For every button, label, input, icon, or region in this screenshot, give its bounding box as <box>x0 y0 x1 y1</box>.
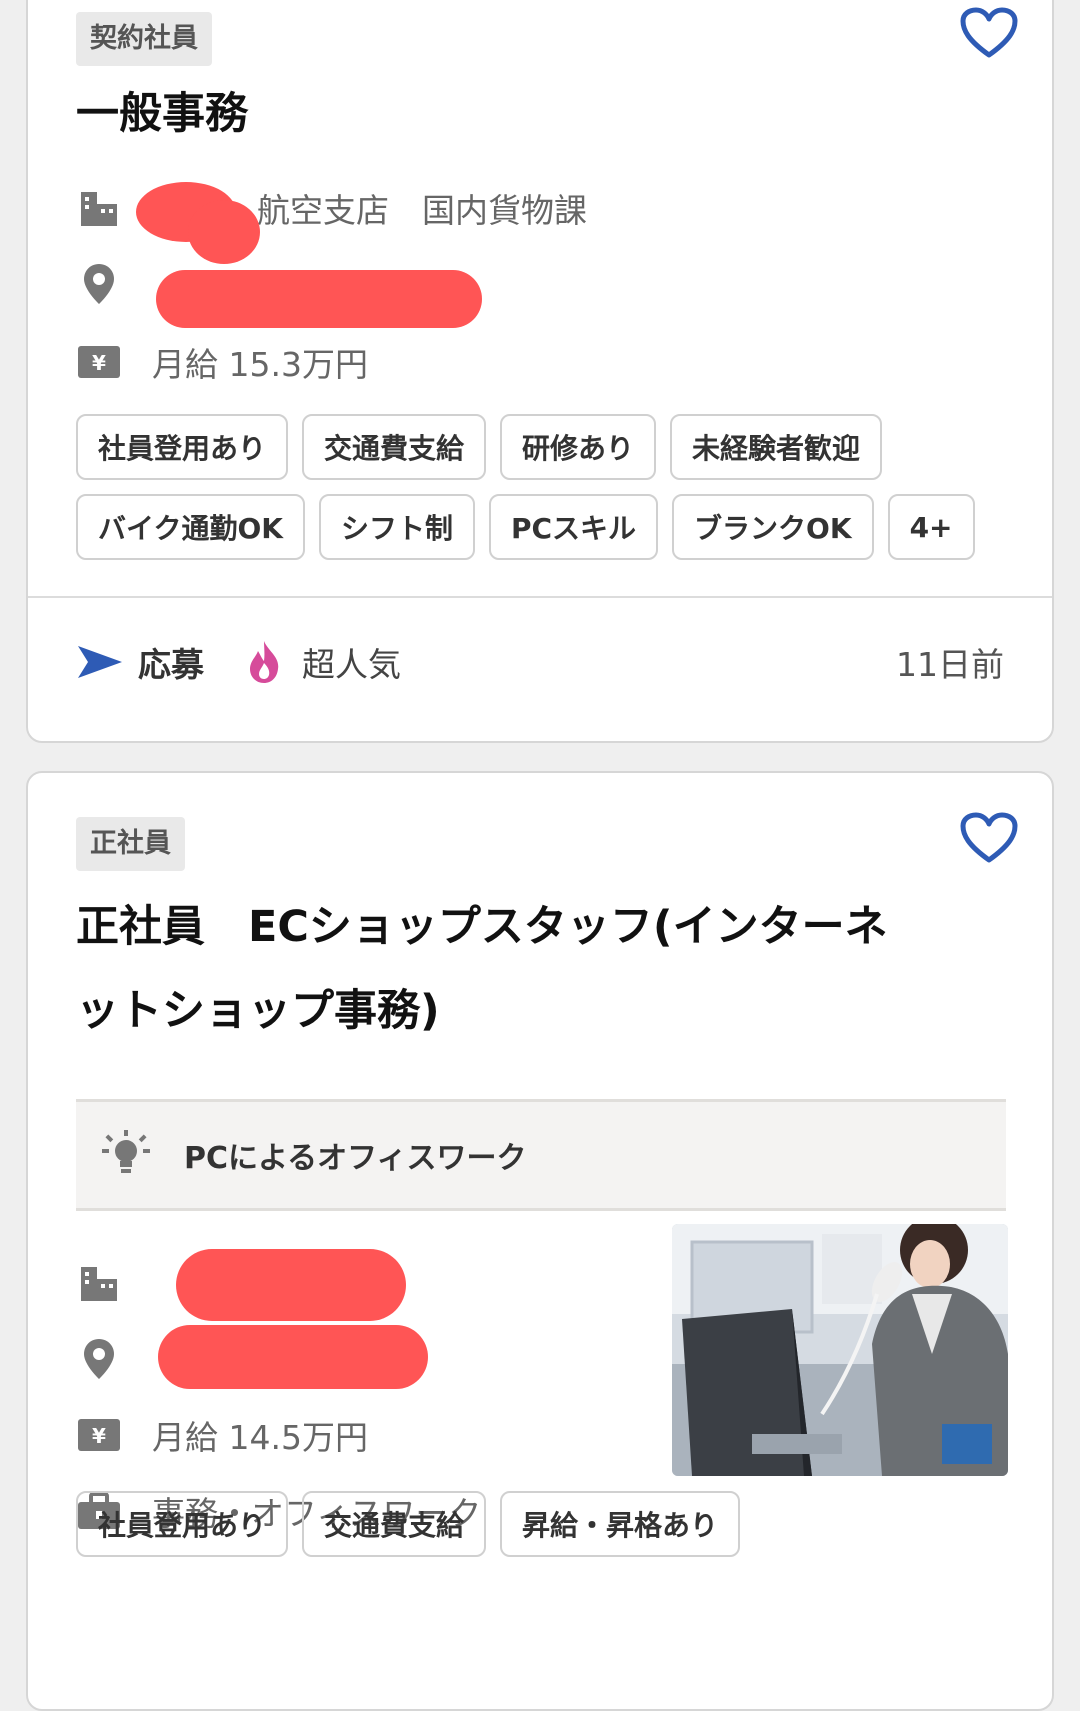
card-footer: 応募 超人気 11日前 <box>76 627 1004 697</box>
salary-text: 月給 15.3万円 <box>152 345 368 384</box>
job-card-1[interactable]: 契約社員 一般事務 航空支店 国内貨物課 ¥ 月給 15.3万円 社員登用あり … <box>26 0 1054 743</box>
job-photo <box>672 1224 1008 1476</box>
apply-label: 応募 <box>138 645 204 684</box>
tag-item: PCスキル <box>488 494 659 560</box>
more-tags-button[interactable]: 4+ <box>887 494 975 560</box>
tag-item: 交通費支給 <box>302 1491 487 1557</box>
feature-box: PCによるオフィスワーク <box>76 1099 1006 1211</box>
flame-icon <box>250 641 279 683</box>
popularity-label: 超人気 <box>302 645 401 684</box>
employment-type-badge: 契約社員 <box>76 12 212 66</box>
company-name: 航空支店 国内貨物課 <box>257 191 587 230</box>
card-divider <box>28 596 1052 598</box>
tag-item: 交通費支給 <box>302 414 487 480</box>
job-title[interactable]: 一般事務 <box>76 72 952 156</box>
favorite-button[interactable] <box>958 4 1020 62</box>
posted-date: 11日前 <box>896 645 1004 684</box>
employment-type-badge: 正社員 <box>76 817 185 871</box>
tag-item: 社員登用あり <box>76 414 289 480</box>
salary-row: ¥ 月給 15.3万円 <box>76 332 1012 392</box>
redacted-location <box>156 270 482 328</box>
heart-outline-icon <box>960 7 1018 58</box>
job-card-2[interactable]: 正社員 正社員 ECショップスタッフ(インターネットショップ事務) PCによるオ… <box>26 771 1054 1711</box>
redacted-location <box>158 1325 428 1389</box>
svg-text:¥: ¥ <box>92 351 106 375</box>
feature-text: PCによるオフィスワーク <box>184 1141 527 1176</box>
apply-button[interactable]: 応募 <box>76 638 204 686</box>
salary-text: 月給 14.5万円 <box>152 1418 368 1457</box>
send-arrow-icon <box>78 646 122 678</box>
tag-item: 研修あり <box>500 414 657 480</box>
tag-item: 社員登用あり <box>76 1491 289 1557</box>
building-icon <box>76 1260 122 1306</box>
location-pin-icon <box>76 1336 122 1382</box>
popularity-badge: 超人気 <box>246 638 401 686</box>
location-pin-icon <box>76 261 122 307</box>
job-title[interactable]: 正社員 ECショップスタッフ(インターネットショップ事務) <box>76 885 922 1053</box>
tag-item: ブランクOK <box>672 494 874 560</box>
tag-item: 未経験者歓迎 <box>670 414 883 480</box>
yen-icon: ¥ <box>76 339 122 385</box>
tag-item: 昇給・昇格あり <box>500 1491 741 1557</box>
yen-icon: ¥ <box>76 1412 122 1458</box>
tag-item: バイク通勤OK <box>76 494 305 560</box>
favorite-button[interactable] <box>958 809 1020 867</box>
lightbulb-icon <box>102 1130 150 1173</box>
heart-outline-icon <box>960 812 1018 863</box>
building-icon <box>76 185 122 231</box>
tag-item: シフト制 <box>318 494 475 560</box>
redacted-company-name <box>176 1249 406 1321</box>
tag-list-2: 社員登用あり 交通費支給 昇給・昇格あり <box>76 1491 992 1557</box>
salary-row: ¥ 月給 14.5万円 <box>76 1405 632 1465</box>
svg-text:¥: ¥ <box>92 1424 106 1448</box>
tag-list: 社員登用あり 交通費支給 研修あり 未経験者歓迎 バイク通勤OK シフト制 PC… <box>76 414 992 560</box>
